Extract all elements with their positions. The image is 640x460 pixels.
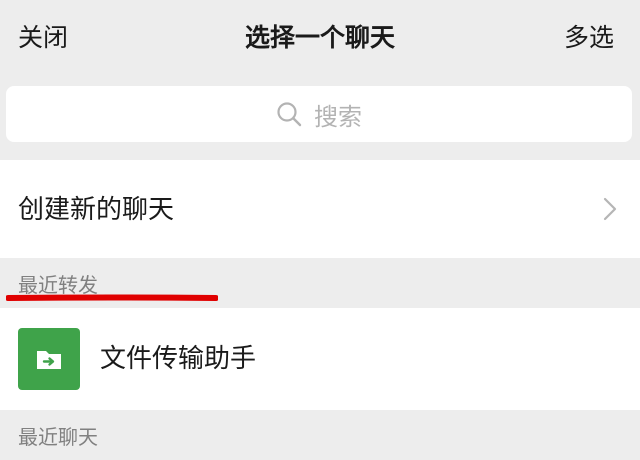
search-placeholder: 搜索 — [314, 102, 362, 131]
chevron-right-icon — [603, 197, 617, 221]
search-bar[interactable]: 搜索 — [6, 86, 632, 142]
create-new-chat-label: 创建新的聊天 — [18, 195, 175, 225]
page-title-container: 选择一个聊天 — [0, 18, 640, 58]
folder-arrow-icon — [37, 351, 61, 369]
section-title-recent-chats: 最近聊天 — [18, 425, 98, 449]
file-transfer-avatar — [18, 328, 80, 390]
section-header-recent-chats: 最近聊天 — [0, 410, 640, 460]
list-item[interactable]: 文件传输助手 — [0, 308, 640, 410]
red-underline-annotation — [6, 294, 218, 301]
top-navigation-bar: 关闭 选择一个聊天 多选 — [0, 0, 640, 78]
page-title: 选择一个聊天 — [244, 23, 395, 52]
close-button[interactable]: 关闭 — [18, 18, 68, 58]
chat-name: 文件传输助手 — [100, 344, 257, 374]
search-icon — [277, 102, 302, 127]
multi-select-button[interactable]: 多选 — [564, 18, 614, 58]
create-new-chat-row[interactable]: 创建新的聊天 — [0, 160, 640, 258]
